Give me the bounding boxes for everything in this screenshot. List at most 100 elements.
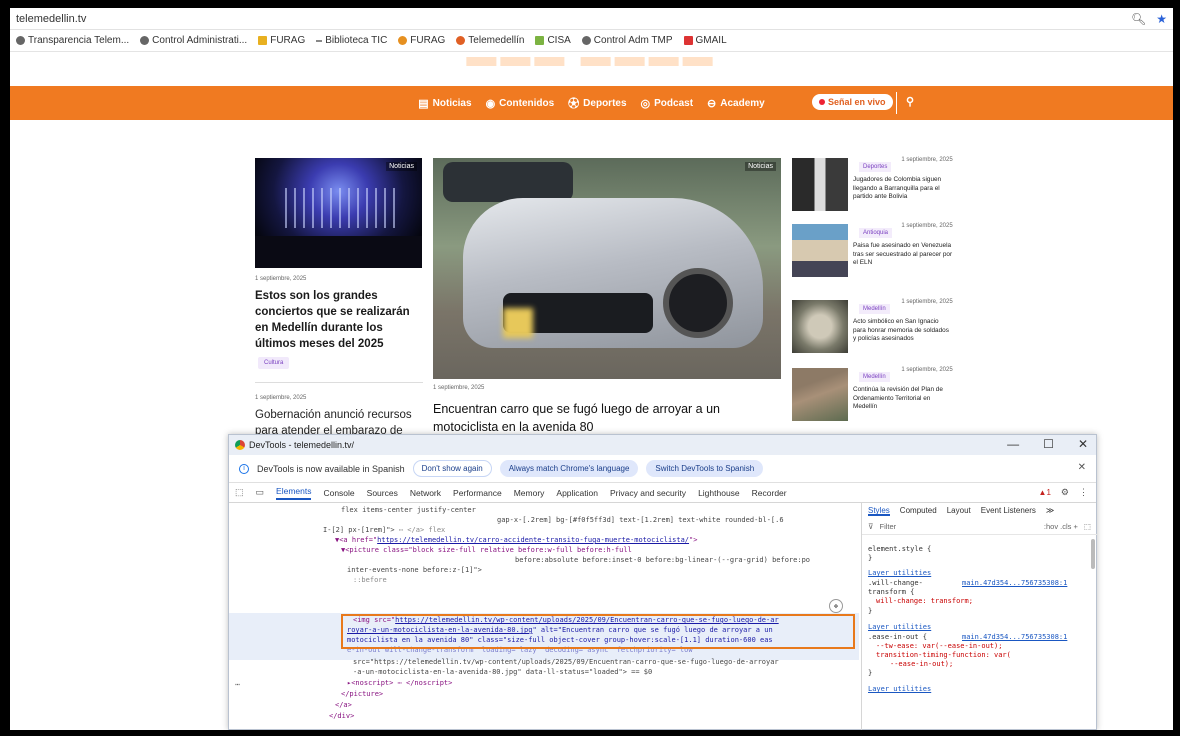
source-link[interactable]: main.47d354...756735308:1 xyxy=(962,579,1067,588)
rule-selector: .will-change- xyxy=(868,579,923,587)
tab-network[interactable]: Network xyxy=(410,488,441,498)
bookmark-label: CISA xyxy=(547,35,571,46)
code-line[interactable]: ▸<noscript> ⋯ </noscript> xyxy=(347,679,452,688)
css-property[interactable]: --tw-ease: var(--ease-in-out); xyxy=(876,642,1002,651)
bookmark-label: Telemedellín xyxy=(468,35,525,46)
scrollbar-thumb[interactable] xyxy=(1091,539,1095,569)
inspect-icon[interactable]: ⬚ xyxy=(235,487,244,498)
side-title[interactable]: Jugadores de Colombia siguen llegando a … xyxy=(853,176,953,202)
car-image[interactable]: Noticias xyxy=(433,158,781,379)
side-category[interactable]: Medellín xyxy=(859,304,890,314)
code-link[interactable]: https://telemedellin.tv/carro-accidente-… xyxy=(377,536,689,544)
bookmark-item[interactable]: FURAG xyxy=(258,35,305,46)
nav-deportes[interactable]: ⚽︎ Deportes xyxy=(568,95,626,111)
layer-link[interactable]: Layer utilities xyxy=(868,623,931,632)
minimize-icon[interactable]: — xyxy=(1007,437,1019,451)
layer-link[interactable]: Layer utilities xyxy=(868,569,931,578)
side-category[interactable]: Deportes xyxy=(859,162,892,172)
maximize-icon[interactable]: ☐ xyxy=(1043,437,1054,451)
site-logo[interactable]: ▬▬▬ ▬▬▬▬ xyxy=(10,52,1173,86)
news-tag: Noticias xyxy=(386,162,417,171)
close-icon[interactable]: ✕ xyxy=(1078,437,1088,451)
side-title[interactable]: Acto simbólico en San Ignacio para honra… xyxy=(853,318,953,344)
tab-lighthouse[interactable]: Lighthouse xyxy=(698,488,740,498)
nav-contenidos[interactable]: ◉ Contenidos xyxy=(486,97,555,110)
nav-noticias[interactable]: ▤ Noticias xyxy=(418,97,471,110)
nav-academy[interactable]: ⊖ Academy xyxy=(707,97,765,110)
close-icon[interactable]: ✕ xyxy=(1078,462,1086,473)
side-category[interactable]: Medellín xyxy=(859,372,890,382)
bookmark-item[interactable]: CISA xyxy=(535,35,571,46)
tab-recorder[interactable]: Recorder xyxy=(752,488,787,498)
layer-link[interactable]: Layer utilities xyxy=(868,685,931,694)
concert-image[interactable]: Noticias xyxy=(255,158,422,268)
tab-layout[interactable]: Layout xyxy=(947,506,971,516)
tab-memory[interactable]: Memory xyxy=(514,488,545,498)
tab-computed[interactable]: Computed xyxy=(900,506,937,516)
live-signal-button[interactable]: Señal en vivo xyxy=(812,94,893,110)
filter-input[interactable]: Filter xyxy=(880,522,1038,531)
side-title[interactable]: Continúa la revisión del Plan de Ordenam… xyxy=(853,386,953,412)
code-line: I-[2] px-[1rem]"> ⋯ </a> flex xyxy=(323,526,445,535)
tab-styles[interactable]: Styles xyxy=(868,506,890,516)
tab-elements[interactable]: Elements xyxy=(276,486,312,500)
side-category[interactable]: Antioquia xyxy=(859,228,893,238)
bookmark-item[interactable]: Biblioteca TIC xyxy=(316,35,387,46)
side-thumb-image[interactable] xyxy=(792,368,848,421)
bookmark-label: FURAG xyxy=(270,35,306,46)
gear-icon[interactable]: ⚙ xyxy=(1061,487,1069,498)
bookmark-item[interactable]: GMAIL xyxy=(683,35,727,46)
side-thumb-image[interactable] xyxy=(792,224,848,277)
ellipsis-icon[interactable]: ⋯ xyxy=(235,680,240,689)
bookmark-item[interactable]: Transparencia Telem... xyxy=(16,35,129,46)
css-property[interactable]: will-change: transform; xyxy=(876,597,973,606)
nav-label: Academy xyxy=(720,97,765,109)
code-line[interactable]: ▼<a href="https://telemedellin.tv/carro-… xyxy=(335,536,697,545)
bookmark-item[interactable]: Control Administrati... xyxy=(140,35,247,46)
tab-event-listeners[interactable]: Event Listeners xyxy=(981,506,1036,516)
tab-console[interactable]: Console xyxy=(323,488,354,498)
source-link[interactable]: main.47d354...756735308:1 xyxy=(962,633,1067,642)
elements-panel[interactable]: flex items-center justify-center gap-x-[… xyxy=(229,503,859,730)
side-title[interactable]: Paisa fue asesinado en Venezuela tras se… xyxy=(853,242,953,268)
dont-show-again-button[interactable]: Don't show again xyxy=(412,460,492,477)
main-article-title[interactable]: Encuentran carro que se fugó luego de ar… xyxy=(433,400,763,436)
bookmark-star-icon[interactable]: ★ xyxy=(1156,12,1167,26)
side-thumb-image[interactable] xyxy=(792,300,848,353)
more-menu-icon[interactable]: ⋮ xyxy=(1079,487,1088,498)
devtools-titlebar[interactable]: DevTools - telemedellin.tv/ — ☐ ✕ xyxy=(229,435,1096,455)
paint-icon[interactable]: ⬚ xyxy=(1084,522,1091,531)
key-icon xyxy=(398,36,408,45)
search-icon[interactable]: ⚲ xyxy=(906,95,914,108)
nav-podcast[interactable]: ◎ Podcast xyxy=(641,97,694,110)
category-tag[interactable]: Cultura xyxy=(258,357,290,369)
match-language-button[interactable]: Always match Chrome's language xyxy=(499,460,639,477)
zoom-icon[interactable]: 🔍︎ xyxy=(1131,12,1146,26)
tab-sources[interactable]: Sources xyxy=(367,488,398,498)
tab-application[interactable]: Application xyxy=(556,488,598,498)
tab-performance[interactable]: Performance xyxy=(453,488,502,498)
rule-close: } xyxy=(868,607,873,615)
state-class-tools[interactable]: :hov .cls + xyxy=(1044,522,1078,531)
flex-badge[interactable]: flex xyxy=(428,526,445,534)
css-property[interactable]: transition-timing-function: var( xyxy=(876,651,1011,660)
suv-shape xyxy=(443,162,573,202)
side-thumb-image[interactable] xyxy=(792,158,848,211)
switch-language-button[interactable]: Switch DevTools to Spanish xyxy=(646,460,764,477)
warning-count[interactable]: ▲1 xyxy=(1039,488,1051,497)
url-text[interactable]: telemedellin.tv xyxy=(16,13,1121,25)
bookmark-item[interactable]: Control Adm TMP xyxy=(581,35,673,46)
side-date: 1 septiembre, 2025 xyxy=(901,157,953,163)
bookmark-item[interactable]: FURAG xyxy=(398,35,445,46)
address-bar[interactable]: telemedellin.tv 🔍︎ ★ xyxy=(10,8,1173,30)
article-title[interactable]: Estos son los grandes conciertos que se … xyxy=(255,288,425,352)
code-fragment: ▼<a href=" xyxy=(335,536,378,544)
tab-privacy[interactable]: Privacy and security xyxy=(610,488,686,498)
nav-label: Noticias xyxy=(432,97,472,109)
code-line[interactable]: ▼<picture class="block size-full relativ… xyxy=(341,546,632,555)
bookmark-item[interactable]: Telemedellín xyxy=(456,35,524,46)
element-style-rule[interactable]: element.style { xyxy=(868,545,931,554)
cursor-icon: ✥ xyxy=(829,599,843,613)
more-tabs-icon[interactable]: ≫ xyxy=(1046,506,1054,516)
device-toolbar-icon[interactable]: ▭ xyxy=(256,487,265,498)
